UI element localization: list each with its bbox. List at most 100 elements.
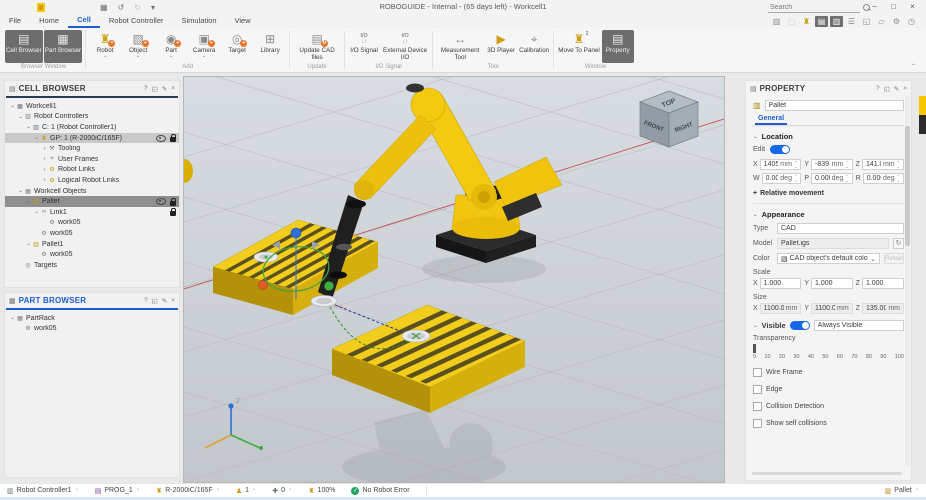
visible-toggle[interactable] (790, 321, 810, 330)
tree-item-tooling[interactable]: ›⚒Tooling (5, 143, 179, 154)
collision-detection-checkbox[interactable] (753, 402, 762, 411)
measurement-tool-button[interactable]: ↔ Measurement Tool (436, 30, 484, 63)
share-icon[interactable]: ◱ (860, 16, 873, 27)
tree-item-robot-controllers[interactable]: ⌄▥Robot Controllers (5, 112, 179, 123)
tab-general[interactable]: General (755, 114, 787, 125)
scale-x-field[interactable]: X1.000 (753, 278, 801, 289)
io-signal-button[interactable]: I/O↓↑ I/O Signal (348, 30, 380, 63)
edge-checkbox[interactable] (753, 385, 762, 394)
location-p-field[interactable]: P0.000deg⌃⌄ (804, 173, 852, 184)
undo-button[interactable]: ↺ (118, 3, 125, 12)
wire-frame-option[interactable]: Wire Frame (753, 368, 904, 377)
tree-item-controller1[interactable]: ⌄▥C: 1 (Robot Controller1) (5, 122, 179, 133)
tree-item-partrack[interactable]: ⌄▦PartRack (5, 313, 179, 324)
part-browser-button[interactable]: ▦ Part Browser (44, 30, 82, 63)
lock-icon[interactable] (170, 137, 176, 142)
save-button[interactable]: ▦ (100, 3, 108, 12)
appearance-section-header[interactable]: ⌄Appearance (753, 210, 904, 219)
location-w-field[interactable]: W0.000deg⌃⌄ (753, 173, 801, 184)
wire-frame-checkbox[interactable] (753, 368, 762, 377)
visibility-eye-icon[interactable] (156, 135, 166, 142)
search-input[interactable] (768, 4, 863, 11)
help-icon[interactable]: ? (144, 297, 148, 304)
tree-item-user-frames[interactable]: ›⌖User Frames (5, 154, 179, 165)
3d-player-button[interactable]: ▶ 3D Player (485, 30, 517, 63)
reload-model-button[interactable]: ↻ (893, 238, 904, 249)
show-self-collisions-option[interactable]: Show self collisions (753, 419, 904, 428)
tree-item-pallet[interactable]: ⌄▥Pallet (5, 196, 179, 207)
tab-home[interactable]: Home (30, 15, 68, 28)
tab-cell[interactable]: Cell (68, 14, 100, 28)
tree-item-work05[interactable]: ⚙work05 (5, 218, 179, 229)
close-panel-icon[interactable]: × (171, 297, 175, 304)
external-device-io-button[interactable]: I/O↓↑ External Device I/O (381, 30, 429, 63)
property-horizontal-scrollbar[interactable] (752, 472, 902, 475)
z-handle[interactable] (291, 228, 301, 238)
object-name-input[interactable]: Pallet (765, 100, 904, 111)
3d-viewport[interactable]: TOP FRONT RIGHT Z (183, 76, 725, 483)
lock-icon[interactable] (170, 201, 176, 206)
pendant-icon[interactable]: ▥ (770, 16, 783, 27)
tab-view[interactable]: View (226, 15, 260, 28)
status-robot-selector[interactable]: ♜R-2000iC/165F⌃ (156, 487, 220, 495)
location-section-header[interactable]: ⌄Location (753, 132, 904, 141)
property-button[interactable]: ▤ Property (602, 30, 634, 63)
type-input[interactable]: CAD (777, 223, 904, 234)
update-cad-files-button[interactable]: ▤↻ Update CAD files (293, 30, 341, 63)
help-icon[interactable]: ? (144, 85, 148, 92)
search-box[interactable] (768, 2, 860, 13)
scrollbar-thumb[interactable] (905, 126, 910, 246)
tree-item-work05[interactable]: ⚙work05 (5, 324, 179, 335)
x-handle[interactable] (259, 281, 268, 290)
target-disc-left[interactable] (311, 296, 337, 307)
orientation-cube[interactable]: TOP FRONT RIGHT (640, 91, 698, 147)
add-part-button[interactable]: ◉+ Part ⌄ (155, 30, 187, 63)
popout-icon[interactable]: ◱ (152, 85, 158, 93)
relative-movement-expander[interactable]: +Relative movement (753, 190, 904, 197)
show-self-collisions-checkbox[interactable] (753, 419, 762, 428)
status-controller-selector[interactable]: ▥Robot Controller1⌃ (7, 487, 79, 495)
tab-file[interactable]: File (0, 15, 30, 28)
location-x-field[interactable]: X1405.000mm⌃⌄ (753, 159, 801, 170)
scale-z-field[interactable]: Z1.000 (856, 278, 904, 289)
close-panel-icon[interactable]: × (903, 85, 907, 92)
target-disc-right[interactable] (402, 330, 430, 342)
transparency-slider[interactable] (753, 344, 904, 353)
location-z-field[interactable]: Z141.000mm⌃⌄ (856, 159, 904, 170)
lock-icon[interactable] (170, 211, 176, 216)
close-panel-icon[interactable]: × (171, 85, 175, 92)
collision-detection-option[interactable]: Collision Detection (753, 402, 904, 411)
visible-mode-select[interactable]: Always Visible (814, 320, 904, 331)
settings-gear-icon[interactable]: ⚙ (890, 16, 903, 27)
add-robot-button[interactable]: ♜+ Robot ⌄ (89, 30, 121, 63)
robot-jog-icon[interactable]: ♜ (800, 16, 813, 27)
status-jog-selector[interactable]: ✚0⌃ (272, 487, 292, 495)
pin-icon[interactable]: ✎ (162, 297, 167, 305)
move-to-panel-button[interactable]: ♜2 Move To Panel (557, 30, 601, 63)
list-icon[interactable]: ☰ (845, 16, 858, 27)
popout-icon[interactable]: ◱ (152, 297, 158, 305)
tree-item-pallet1[interactable]: ⌄▥Pallet1 (5, 239, 179, 250)
tree-item-logical-robot-links[interactable]: ›⚙Logical Robot Links (5, 175, 179, 186)
tree-item-gp1-robot[interactable]: ⌄♜GP: 1 (R-2000iC/165F) (5, 133, 179, 144)
pin-icon[interactable]: ✎ (894, 85, 899, 93)
popout-icon[interactable]: ◱ (884, 85, 890, 93)
library-button[interactable]: ⊞ Library (254, 30, 286, 63)
minimize-button[interactable]: − (865, 0, 884, 14)
tree-item-work05[interactable]: ⚙work05 (5, 228, 179, 239)
close-button[interactable]: × (903, 0, 922, 14)
cell-browser-button[interactable]: ▤ Cell Browser (5, 30, 43, 63)
lock-icon[interactable]: ▢ (785, 16, 798, 27)
tree-item-workcell1[interactable]: ⌄▦Workcell1 (5, 101, 179, 112)
help-icon[interactable]: ? (876, 85, 880, 92)
tree-item-targets[interactable]: ◎Targets (5, 260, 179, 271)
ribbon-collapse-button[interactable]: ⌃ (911, 63, 916, 70)
status-program-selector[interactable]: ▤PROG_1⌃ (95, 487, 140, 495)
property-vertical-scrollbar[interactable] (905, 96, 910, 466)
add-target-button[interactable]: ◎+ Target (221, 30, 253, 63)
status-group-selector[interactable]: ♟1⌃ (236, 487, 256, 495)
add-object-button[interactable]: ▧+ Object ⌄ (122, 30, 154, 63)
history-clock-icon[interactable]: ◷ (905, 16, 918, 27)
redo-button[interactable]: ↻ (134, 3, 141, 12)
tree-item-link1[interactable]: ⌄∞Link1 (5, 207, 179, 218)
